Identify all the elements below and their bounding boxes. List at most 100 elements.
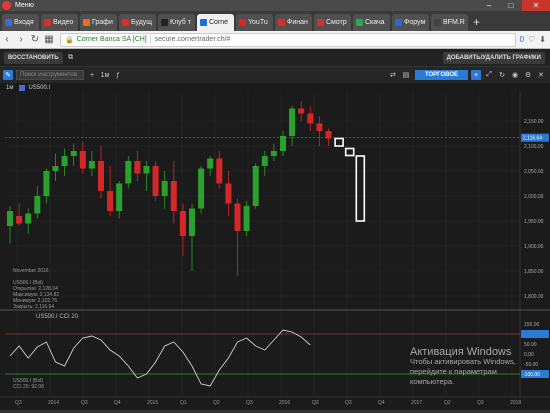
candle-body <box>243 206 250 231</box>
tab-label: Входя <box>14 19 34 26</box>
symbol-timeframe[interactable]: 1м <box>6 85 13 91</box>
browser-tab[interactable]: Форум <box>392 14 429 31</box>
candle-body <box>143 166 150 174</box>
trade-button[interactable]: ТОРГОВОЕ <box>414 70 468 80</box>
favicon-icon <box>5 19 12 26</box>
candle-body <box>61 156 68 166</box>
candle-body <box>161 181 168 196</box>
candle-body <box>88 161 95 169</box>
url-text[interactable]: secure.cornertrader.ch/# <box>155 36 231 43</box>
indicators-icon[interactable]: ƒ <box>113 70 123 80</box>
chart-toolbar: ✎ Поиск инструментов + 1м ƒ ⇄ ▤ ТОРГОВОЕ… <box>0 67 550 83</box>
price-axis-label: 1,950.00 <box>524 219 544 225</box>
candle-body <box>152 166 159 196</box>
tab-label: Corne <box>209 19 229 26</box>
browser-tab[interactable]: Будущ <box>119 14 156 31</box>
adblock-badge[interactable]: 0 <box>520 35 524 44</box>
favicon-icon <box>356 19 363 26</box>
price-axis-label: 2,150.00 <box>524 119 544 125</box>
time-axis-label: 2017 <box>411 400 422 406</box>
tab-label: Финан <box>287 19 308 26</box>
settings-icon[interactable]: ⚙ <box>523 70 533 80</box>
draw-tools-icon[interactable]: ▤ <box>401 70 411 80</box>
oscillator-current: -100.00 <box>523 372 540 378</box>
tab-label: Клуб т <box>170 19 191 26</box>
time-axis-label: Q3 <box>81 400 88 406</box>
restore-button[interactable]: ВОССТАНОВИТЬ <box>4 51 63 64</box>
oscillator-title: US500.I CCI 20 <box>36 314 79 320</box>
address-bar: ‹ › ↻ ▦ 🔒 Corner Banca SA [CH] | secure.… <box>0 31 550 49</box>
camera-icon[interactable]: ◉ <box>510 70 520 80</box>
close-window-icon[interactable]: ✕ <box>522 0 550 11</box>
candle-body <box>116 183 123 211</box>
tab-label: Видео <box>53 19 74 26</box>
chart-type-icon[interactable]: ⇄ <box>388 70 398 80</box>
browser-tab[interactable]: YouTu <box>236 14 273 31</box>
tab-label: Будущ <box>131 19 153 26</box>
browser-tab[interactable]: Смотр <box>314 14 351 31</box>
candle-body <box>16 216 23 224</box>
current-price-label: 2,116.64 <box>523 136 542 142</box>
window-menu-label[interactable]: Меню <box>15 2 34 9</box>
download-icon[interactable]: ⬇ <box>539 35 546 44</box>
new-tab-button[interactable]: + <box>473 15 480 29</box>
symbol-name[interactable]: US500.I <box>28 85 50 91</box>
browser-tab[interactable]: Клуб т <box>158 14 195 31</box>
reload-chart-icon[interactable]: ↻ <box>497 70 507 80</box>
candle-body <box>25 213 32 224</box>
browser-tab-bar: Входя Видео Графи Будущ Клуб т Corne YouTu Фина… <box>0 11 550 31</box>
edit-icon[interactable]: ✎ <box>3 70 13 80</box>
tab-label: Графи <box>92 19 113 26</box>
reload-icon[interactable]: ↻ <box>28 33 42 47</box>
time-axis-label: 2018 <box>510 400 521 406</box>
candle-body <box>43 171 50 196</box>
heart-icon[interactable]: ♡ <box>528 35 535 44</box>
time-axis-label: Q4 <box>378 400 385 406</box>
add-remove-charts-button[interactable]: ДОБАВИТЬ/УДАЛИТЬ ГРАФИКИ <box>442 51 545 64</box>
speed-dial-icon[interactable]: ▦ <box>42 33 56 47</box>
price-axis-label: 2,100.00 <box>524 144 544 150</box>
site-identity[interactable]: Corner Banca SA [CH] <box>77 36 147 43</box>
popout-icon[interactable]: ⧉ <box>66 53 76 63</box>
browser-tab[interactable]: Финан <box>275 14 312 31</box>
platform-toolbar: ВОССТАНОВИТЬ ⧉ ДОБАВИТЬ/УДАЛИТЬ ГРАФИКИ <box>0 49 550 67</box>
browser-tab[interactable]: Входя <box>2 14 39 31</box>
opera-logo-icon[interactable] <box>2 1 11 10</box>
minimize-icon[interactable]: – <box>478 0 500 11</box>
legend-line: Закрыть: 2,116.64 <box>13 304 55 310</box>
tab-label: BFM.R <box>443 19 465 26</box>
tab-label: Скача <box>365 19 385 26</box>
oscillator-axis-label: -50.00 <box>524 362 538 368</box>
instrument-search-input[interactable]: Поиск инструментов <box>16 70 84 80</box>
oscillator-axis-label: 0.00 <box>524 352 534 358</box>
candle-body <box>261 156 268 166</box>
time-axis-label: Q3 <box>345 400 352 406</box>
browser-tab[interactable]: BFM.R <box>431 14 468 31</box>
add-instrument-icon[interactable]: + <box>87 70 97 80</box>
time-axis-label: Q4 <box>114 400 121 406</box>
close-chart-icon[interactable]: ✕ <box>536 70 546 80</box>
time-axis-label: Q2 <box>444 400 451 406</box>
timeframe-select[interactable]: 1м <box>100 70 110 80</box>
browser-tab[interactable]: Corne <box>197 14 234 31</box>
browser-tab[interactable]: Графи <box>80 14 117 31</box>
candle-body <box>34 196 41 214</box>
url-field[interactable]: 🔒 Corner Banca SA [CH] | secure.cornertr… <box>60 32 516 47</box>
maximize-icon[interactable]: □ <box>500 0 522 11</box>
expand-icon[interactable]: ⤢ <box>484 70 494 80</box>
candle-body <box>216 158 223 184</box>
browser-tab[interactable]: Скача <box>353 14 390 31</box>
tab-label: Форум <box>404 19 426 26</box>
oscillator-axis-label: 50.00 <box>524 342 537 348</box>
time-axis-label: Q3 <box>477 400 484 406</box>
forward-icon[interactable]: › <box>14 33 28 47</box>
candle-body <box>70 151 77 156</box>
lock-icon: 🔒 <box>65 36 74 44</box>
candle-body <box>98 161 104 191</box>
favicon-icon <box>239 19 246 26</box>
back-icon[interactable]: ‹ <box>0 33 14 47</box>
legend-line: CCI 20: 92.08 <box>13 384 44 390</box>
add-chart-icon[interactable]: + <box>471 70 481 80</box>
time-axis-label: Q3 <box>15 400 22 406</box>
browser-tab[interactable]: Видео <box>41 14 78 31</box>
